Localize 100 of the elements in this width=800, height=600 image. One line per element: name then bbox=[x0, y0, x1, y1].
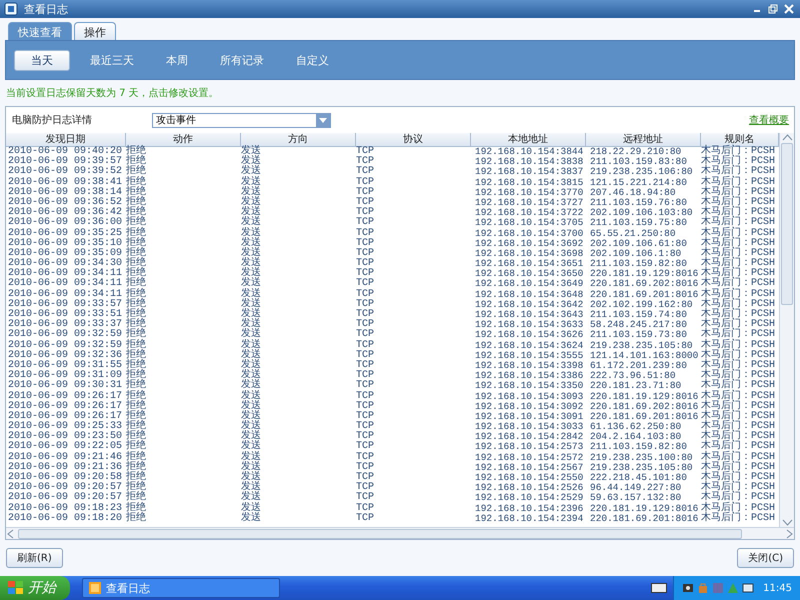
table-cell-text: 2010-06-09 09:34:11 bbox=[7, 269, 124, 280]
table-cell-text: TCP bbox=[356, 412, 376, 422]
close-button[interactable]: 关闭(C) bbox=[737, 548, 794, 568]
summary-link[interactable]: 查看概要 bbox=[749, 113, 789, 127]
table-cell-text: 发送 bbox=[241, 279, 262, 290]
app-icon bbox=[4, 2, 18, 16]
column-header[interactable]: 远程地址 bbox=[586, 133, 701, 146]
table-cell-text: 2010-06-09 09:40:20 bbox=[7, 147, 124, 157]
table-cell-text: 2010-06-09 09:31:09 bbox=[7, 371, 124, 382]
table-cell-text: 192.168.10.154:3386 bbox=[474, 371, 584, 382]
table-cell-text: 2010-06-09 09:38:41 bbox=[7, 178, 124, 188]
scroll-left-icon[interactable] bbox=[6, 528, 16, 538]
table-cell-text: 192.168.10.154:3838 bbox=[474, 157, 584, 168]
table-cell-text: 202.109.106.103:80 bbox=[589, 208, 694, 218]
table-cell-text: 192.168.10.154:3727 bbox=[474, 198, 584, 208]
table-cell-text: TCP bbox=[356, 483, 376, 494]
clock: 11:45 bbox=[763, 582, 792, 594]
table-cell-text: 207.46.18.94:80 bbox=[589, 188, 677, 198]
table-cell-text: 192.168.10.154:2572 bbox=[474, 452, 584, 463]
vertical-scrollbar[interactable] bbox=[779, 133, 794, 527]
table-cell-text: TCP bbox=[356, 198, 376, 208]
table-cell-text: 219.238.235.106:80 bbox=[589, 167, 694, 178]
table-cell-text: 220.181.19.129:8016 bbox=[589, 269, 700, 280]
table-cell-text: 2010-06-09 09:34:11 bbox=[7, 290, 124, 300]
table-cell-text: 192.168.10.154:2842 bbox=[474, 432, 584, 442]
table-cell-text: 2010-06-09 09:18:23 bbox=[7, 504, 124, 514]
table-cell-text: 211.103.159.73:80 bbox=[589, 330, 688, 341]
scroll-down-icon[interactable] bbox=[780, 517, 794, 527]
table-cell-text: TCP bbox=[356, 178, 376, 188]
table-cell-text: 192.168.10.154:2573 bbox=[474, 442, 584, 453]
table-cell-text: 202.109.106.1:80 bbox=[589, 248, 682, 260]
table-cell-text: TCP bbox=[356, 330, 376, 340]
table-cell-text: 192.168.10.154:3837 bbox=[474, 167, 584, 178]
table-cell-text: TCP bbox=[356, 340, 376, 351]
table-cell-text: 2010-06-09 09:35:09 bbox=[7, 248, 124, 259]
restore-icon[interactable] bbox=[768, 4, 778, 14]
column-header[interactable]: 方向 bbox=[241, 133, 356, 146]
table-cell-text: 发送 bbox=[241, 493, 262, 504]
table-cell-text: 220.181.69.201:8016 bbox=[589, 290, 700, 300]
table-cell-text: TCP bbox=[356, 320, 376, 330]
table-cell-text: 2010-06-09 09:35:25 bbox=[7, 228, 124, 238]
taskbar-item[interactable]: 查看日志 bbox=[82, 578, 280, 598]
column-header[interactable]: 动作 bbox=[126, 133, 241, 146]
table-cell-text: 211.103.159.82:80 bbox=[589, 442, 688, 453]
table-cell-text: 192.168.10.154:3624 bbox=[474, 340, 584, 351]
scroll-thumb[interactable] bbox=[18, 528, 742, 538]
table-cell-text: 211.103.159.76:80 bbox=[589, 198, 688, 208]
tray-icon[interactable] bbox=[682, 582, 694, 594]
table-cell-text: 192.168.10.154:3398 bbox=[474, 360, 584, 372]
table-cell-text: 192.168.10.154:2396 bbox=[474, 504, 584, 514]
table-cell-text: 121.14.101.163:8000 bbox=[589, 350, 700, 361]
table-cell-text: 2010-06-09 09:18:20 bbox=[7, 514, 124, 524]
scroll-up-icon[interactable] bbox=[780, 133, 794, 143]
table-cell-text: 2010-06-09 09:21:36 bbox=[7, 462, 124, 473]
horizontal-scrollbar[interactable] bbox=[6, 527, 794, 539]
table-cell-text: 2010-06-09 09:35:10 bbox=[7, 238, 124, 249]
column-header[interactable]: 协议 bbox=[356, 133, 471, 146]
table-cell-text: TCP bbox=[356, 360, 376, 371]
table-cell-text: 2010-06-09 09:32:59 bbox=[7, 330, 124, 340]
table-cell-text: TCP bbox=[356, 371, 376, 382]
table-cell-text: 59.63.157.132:80 bbox=[589, 493, 682, 504]
table-cell-text: 219.238.235.105:80 bbox=[589, 340, 694, 351]
table-cell-text: 220.181.19.129:8016 bbox=[589, 392, 700, 402]
refresh-button[interactable]: 刷新(R) bbox=[6, 548, 63, 568]
table-cell-text: 222.73.96.51:80 bbox=[589, 371, 677, 382]
table-cell-text: 192.168.10.154:3350 bbox=[474, 381, 584, 392]
log-type-select[interactable]: 攻击事件 bbox=[152, 112, 331, 128]
table-cell-text: 2010-06-09 09:23:50 bbox=[7, 432, 124, 442]
table-cell-text: TCP bbox=[356, 157, 376, 168]
table-cell-text: 192.168.10.154:3770 bbox=[474, 188, 584, 198]
table-cell-text: 61.172.201.239:80 bbox=[589, 360, 688, 372]
tray-icon[interactable] bbox=[742, 582, 754, 594]
table-cell-text: TCP bbox=[356, 188, 376, 198]
caret-icon bbox=[316, 114, 330, 126]
filter-button[interactable]: 当天 bbox=[14, 50, 70, 70]
table-cell-text: 211.103.159.83:80 bbox=[589, 157, 688, 168]
table-cell-text: 2010-06-09 09:38:14 bbox=[7, 188, 124, 198]
column-header[interactable]: 本地地址 bbox=[471, 133, 586, 146]
tab[interactable]: 操作 bbox=[74, 22, 116, 40]
table-cell-text: 220.181.19.129:8016 bbox=[589, 504, 700, 514]
table-cell-text: 192.168.10.154:3844 bbox=[474, 147, 584, 158]
table-cell-text: 发送 bbox=[241, 442, 262, 452]
close-icon[interactable] bbox=[784, 4, 794, 14]
table-cell-text: TCP bbox=[356, 167, 376, 178]
table-cell-text: 2010-06-09 09:36:00 bbox=[7, 218, 124, 228]
table-cell-text: 192.168.10.154:2529 bbox=[474, 493, 584, 504]
table-cell-text: TCP bbox=[356, 392, 376, 402]
column-header[interactable]: 发现日期 bbox=[6, 133, 126, 146]
scroll-right-icon[interactable] bbox=[784, 528, 794, 538]
keyboard-icon[interactable] bbox=[651, 583, 668, 593]
table-cell-text: 2010-06-09 09:36:42 bbox=[7, 208, 124, 218]
table-cell-text: 2010-06-09 09:26:17 bbox=[7, 392, 124, 402]
table-cell-text: 192.168.10.154:3692 bbox=[474, 238, 584, 249]
scroll-thumb[interactable] bbox=[781, 143, 793, 305]
table-cell-text: 192.168.10.154:3650 bbox=[474, 269, 584, 280]
table-cell-text: 222.218.45.101:80 bbox=[589, 473, 688, 484]
table-cell-text: 192.168.10.154:3649 bbox=[474, 279, 584, 290]
table-cell-text: 192.168.10.154:3648 bbox=[474, 290, 584, 300]
table-cell-text: TCP bbox=[356, 279, 376, 290]
table-cell-text: 发送 bbox=[241, 218, 262, 228]
